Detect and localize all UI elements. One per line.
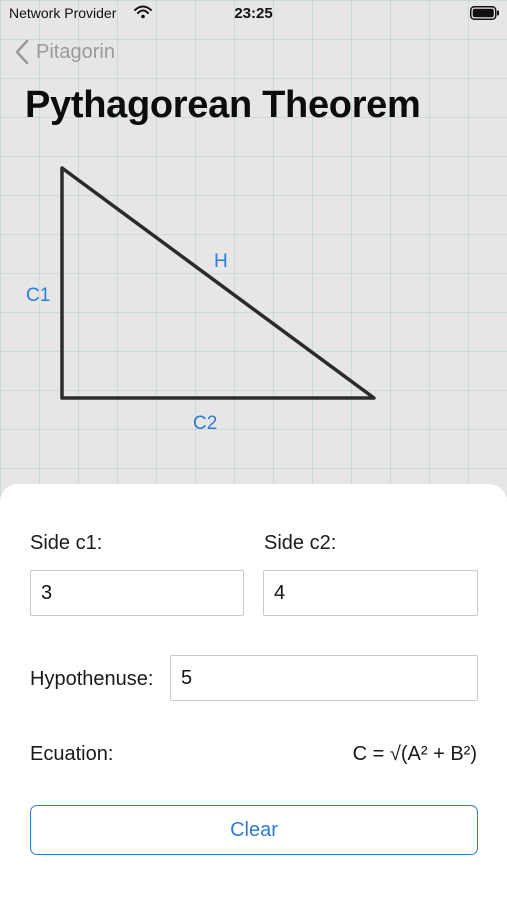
status-bar: Network Provider 23:25 <box>0 0 507 28</box>
side-c1-label: C1 <box>26 285 51 306</box>
page-title: Pythagorean Theorem <box>25 84 421 126</box>
triangle-diagram: C1 H C2 <box>0 150 507 450</box>
input-sheet: Side c1: Side c2: Hypothenuse: Ecuation:… <box>0 484 507 900</box>
hypotenuse-label: H <box>214 251 228 272</box>
status-time: 23:25 <box>234 5 273 22</box>
equation-formula: C = √(A² + B²) <box>352 743 477 765</box>
side-c1-field-label: Side c1: <box>30 532 103 554</box>
side-c2-label: C2 <box>193 413 218 434</box>
clear-button-label: Clear <box>230 818 278 841</box>
side-c1-input[interactable] <box>30 570 244 616</box>
chevron-left-icon <box>15 39 29 65</box>
equation-label: Ecuation: <box>30 743 114 765</box>
triangle-shape <box>60 166 376 400</box>
hypotenuse-field-label: Hypothenuse: <box>30 668 154 690</box>
side-c2-field-label: Side c2: <box>264 532 337 554</box>
back-button[interactable]: Pitagorin <box>14 36 115 68</box>
hypotenuse-input[interactable] <box>170 655 478 701</box>
clear-button[interactable]: Clear <box>30 805 478 855</box>
battery-icon <box>470 6 499 20</box>
side-c2-input[interactable] <box>263 570 478 616</box>
back-label: Pitagorin <box>36 40 115 63</box>
